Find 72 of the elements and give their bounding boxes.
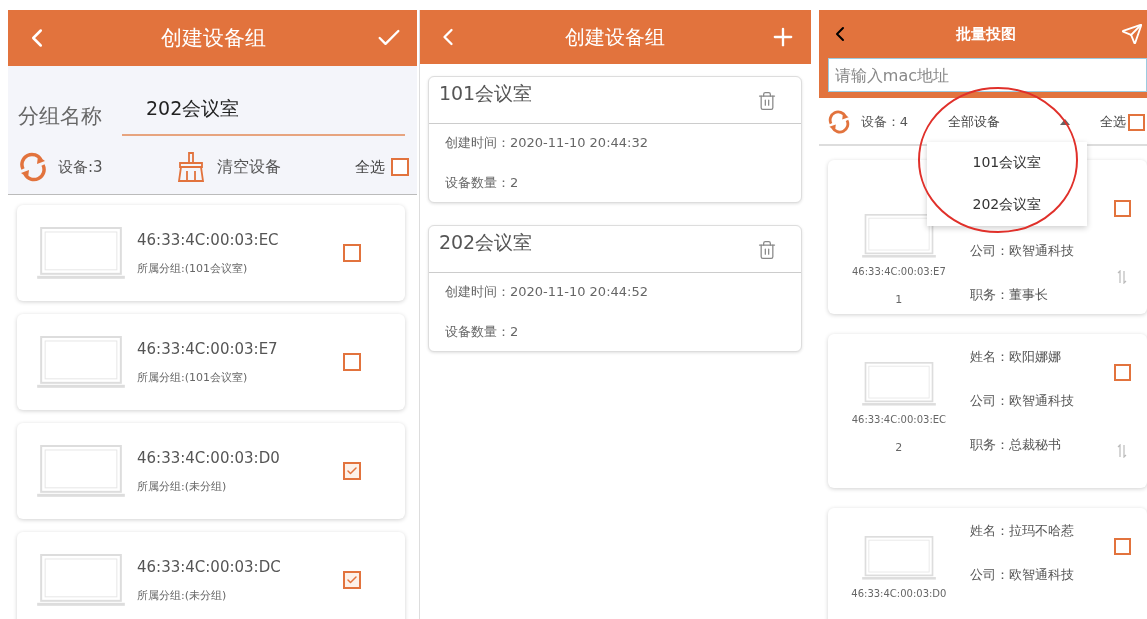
device-card[interactable]: 46:33:4C:00:03:D0 姓名：拉玛不哈惹 公司：欧智通科技 [827,508,1147,619]
device-card[interactable]: 46:33:4C:00:03:DC 所属分组:(未分组) [17,532,405,619]
checkbox[interactable] [1128,113,1145,131]
device-card[interactable]: 46:33:4C:00:03:EC 2 姓名：欧阳娜娜 公司：欧智通科技 职务：总裁秘书 [827,334,1147,488]
company-name: 公司：欧智通科技 [969,566,1075,584]
screen-title: 创建设备组 [160,25,266,52]
laptop-icon [861,536,936,581]
mac-address: 46:33:4C:00:03:E7 [851,266,946,278]
device-card[interactable]: 46:33:4C:00:03:EC 所属分组:(101会议室) [17,205,405,301]
send-button[interactable] [1121,23,1143,45]
group-card[interactable]: 202会议室 创建时间：2020-11-10 20:44:52 设备数量：2 [427,225,802,352]
checkmark-icon [345,465,358,477]
checkbox[interactable] [342,462,361,480]
device-count: 设备：4 [860,113,909,131]
refresh-icon[interactable] [18,152,48,182]
checkbox[interactable] [1114,364,1131,381]
mac-address: 46:33:4C:00:03:DC [137,557,282,576]
screen-title: 批量投图 [956,24,1017,44]
job-title: 职务：总裁秘书 [969,436,1062,454]
laptop-icon [861,362,936,407]
device-quantity: 设备数量：2 [444,174,520,192]
broom-icon[interactable] [176,152,205,182]
mac-search-field[interactable]: 请输入mac地址 [827,58,1147,92]
laptop-icon [37,226,125,280]
mac-address: 46:33:4C:00:03:E7 [137,339,279,358]
group-label: 所属分组:(101会议室) [137,369,249,385]
group-label: 所属分组:(未分组) [137,478,228,494]
device-index: 1 [895,293,903,307]
device-filter-dropdown[interactable]: 全部设备 [948,113,1071,131]
device-index: 2 [895,441,903,455]
delete-button[interactable] [756,91,777,111]
refresh-icon[interactable] [826,110,851,134]
delete-button[interactable] [756,240,777,260]
company-name: 公司：欧智通科技 [969,392,1075,410]
checkbox[interactable] [342,244,361,262]
checkbox[interactable] [1114,538,1131,555]
group-label: 所属分组:(未分组) [137,587,228,603]
created-time: 创建时间：2020-11-10 20:44:52 [444,283,649,301]
mac-address: 46:33:4C:00:03:EC [851,414,947,426]
device-card[interactable]: 46:33:4C:00:03:D0 所属分组:(未分组) [17,423,405,519]
dropdown-option[interactable]: 202会议室 [926,184,1087,226]
company-name: 公司：欧智通科技 [969,242,1075,260]
checkbox[interactable] [342,353,361,371]
select-all-label: 全选 [354,157,385,177]
group-name: 101会议室 [438,81,533,106]
checkbox[interactable] [342,571,361,589]
laptop-icon [37,553,125,607]
field-label: 分组名称 [18,103,102,130]
sort-icon[interactable] [1117,444,1128,458]
device-count: 设备:3 [58,157,103,177]
person-name: 姓名：拉玛不哈惹 [969,522,1075,540]
created-time: 创建时间：2020-11-10 20:44:32 [444,134,649,152]
group-name: 202会议室 [438,230,533,255]
job-title: 职务：董事长 [969,286,1049,304]
sort-icon[interactable] [1117,270,1128,284]
group-label: 所属分组:(101会议室) [137,260,249,276]
select-all-label: 全选 [1100,113,1126,131]
mac-address: 46:33:4C:00:03:D0 [851,588,947,600]
device-card[interactable]: 46:33:4C:00:03:E7 所属分组:(101会议室) [17,314,405,410]
laptop-icon [37,335,125,389]
screen-title: 创建设备组 [565,23,666,51]
laptop-icon [37,444,125,498]
group-name-input[interactable]: 202会议室 [122,96,405,136]
device-quantity: 设备数量：2 [444,323,520,341]
person-name: 姓名：欧阳娜娜 [969,348,1062,366]
checkbox[interactable] [390,158,409,176]
group-card[interactable]: 101会议室 创建时间：2020-11-10 20:44:32 设备数量：2 [427,76,802,203]
clear-devices-button[interactable]: 清空设备 [176,152,281,182]
checkbox[interactable] [1114,200,1131,217]
mac-address: 46:33:4C:00:03:D0 [137,448,281,467]
mac-address: 46:33:4C:00:03:EC [137,230,280,249]
checkmark-icon [345,574,358,586]
